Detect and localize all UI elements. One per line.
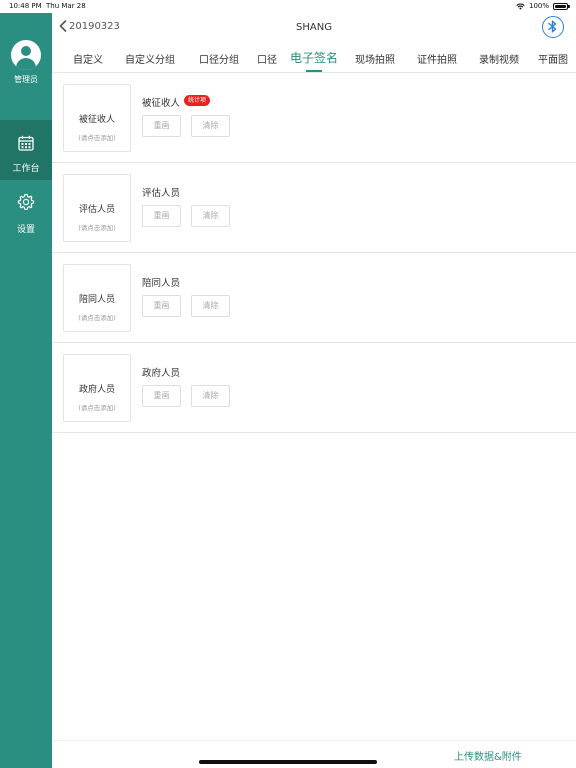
signature-box-title: 评估人员 (78, 205, 115, 215)
tab-record-video[interactable]: 录制视频 (479, 51, 519, 66)
sidebar-item-label: 设置 (16, 225, 35, 235)
clear-button[interactable]: 清除 (191, 115, 230, 137)
signature-box[interactable]: 政府人员 (请点击添加) (63, 354, 131, 422)
signature-box[interactable]: 评估人员 (请点击添加) (63, 174, 131, 242)
battery-icon (553, 2, 570, 10)
wifi-icon (516, 2, 525, 10)
user-role-label: 管理员 (14, 75, 38, 84)
signature-box-hint: (请点击添加) (78, 314, 116, 322)
signer-role-label: 陪同人员 (142, 278, 181, 289)
clear-button[interactable]: 清除 (191, 205, 230, 227)
avatar-head (21, 46, 31, 56)
tab-caliber-group[interactable]: 口径分组 (199, 51, 239, 66)
tab-custom-group[interactable]: 自定义分组 (125, 51, 175, 66)
stat-item-badge: 统计项 (184, 95, 211, 106)
sidebar-item-workbench[interactable]: 工作台 (0, 120, 52, 180)
signature-box[interactable]: 陪同人员 (请点击添加) (63, 264, 131, 332)
signature-box[interactable]: 被征收人 (请点击添加) (63, 84, 131, 152)
signature-box-title: 被征收人 (78, 115, 115, 125)
chevron-left-icon (59, 20, 67, 32)
avatar[interactable] (11, 40, 41, 70)
signature-section: 评估人员 (请点击添加) 评估人员 重画 清除 (52, 163, 576, 253)
gear-icon (17, 193, 35, 210)
redraw-button[interactable]: 重画 (142, 295, 181, 317)
clear-button[interactable]: 清除 (191, 295, 230, 317)
status-bar: 10:48 PM Thu Mar 28 100% (0, 0, 576, 13)
status-date: Thu Mar 28 (46, 2, 86, 10)
upload-button[interactable]: 上传数据&附件 (454, 748, 522, 763)
status-time: 10:48 PM (9, 2, 42, 10)
signature-box-title: 陪同人员 (78, 295, 115, 305)
back-button[interactable]: 20190323 (59, 20, 120, 32)
signature-section: 被征收人 (请点击添加) 被征收人 统计项 重画 清除 (52, 73, 576, 163)
tab-e-signature[interactable]: 电子签名 (290, 49, 338, 66)
tab-custom[interactable]: 自定义 (73, 51, 103, 66)
clear-button[interactable]: 清除 (191, 385, 230, 407)
bluetooth-button[interactable] (542, 16, 564, 38)
sidebar-item-settings[interactable]: 设置 (0, 193, 52, 243)
tab-floor-plan[interactable]: 平面图 (538, 51, 568, 66)
redraw-button[interactable]: 重画 (142, 115, 181, 137)
active-tab-indicator (306, 70, 322, 72)
tab-bar: 自定义 自定义分组 口径分组 口径 电子签名 现场拍照 证件拍照 录制视频 平面… (52, 42, 576, 73)
bluetooth-icon (548, 20, 557, 33)
status-indicators: 100% (516, 2, 570, 10)
signature-section: 政府人员 (请点击添加) 政府人员 重画 清除 (52, 343, 576, 433)
signature-section: 陪同人员 (请点击添加) 陪同人员 重画 清除 (52, 253, 576, 343)
tab-site-photo[interactable]: 现场拍照 (355, 51, 395, 66)
signature-box-hint: (请点击添加) (78, 404, 116, 412)
signature-box-title: 政府人员 (78, 385, 115, 395)
home-indicator[interactable] (199, 760, 377, 764)
calendar-icon (18, 135, 34, 151)
back-label: 20190323 (69, 20, 120, 32)
sidebar: 管理员 工作台 设置 (0, 13, 52, 768)
signature-box-hint: (请点击添加) (78, 224, 116, 232)
redraw-button[interactable]: 重画 (142, 385, 181, 407)
sidebar-item-label: 工作台 (12, 164, 40, 174)
battery-percent: 100% (528, 2, 549, 10)
avatar-body (16, 58, 36, 70)
redraw-button[interactable]: 重画 (142, 205, 181, 227)
signer-role-label: 评估人员 (142, 188, 181, 199)
tab-id-photo[interactable]: 证件拍照 (417, 51, 457, 66)
signature-box-hint: (请点击添加) (78, 134, 116, 142)
page-title: SHANG (296, 22, 332, 33)
header: 20190323 SHANG (52, 13, 576, 42)
signer-role-label: 被征收人 (142, 98, 181, 109)
tab-caliber[interactable]: 口径 (257, 51, 277, 66)
signer-role-label: 政府人员 (142, 368, 181, 379)
